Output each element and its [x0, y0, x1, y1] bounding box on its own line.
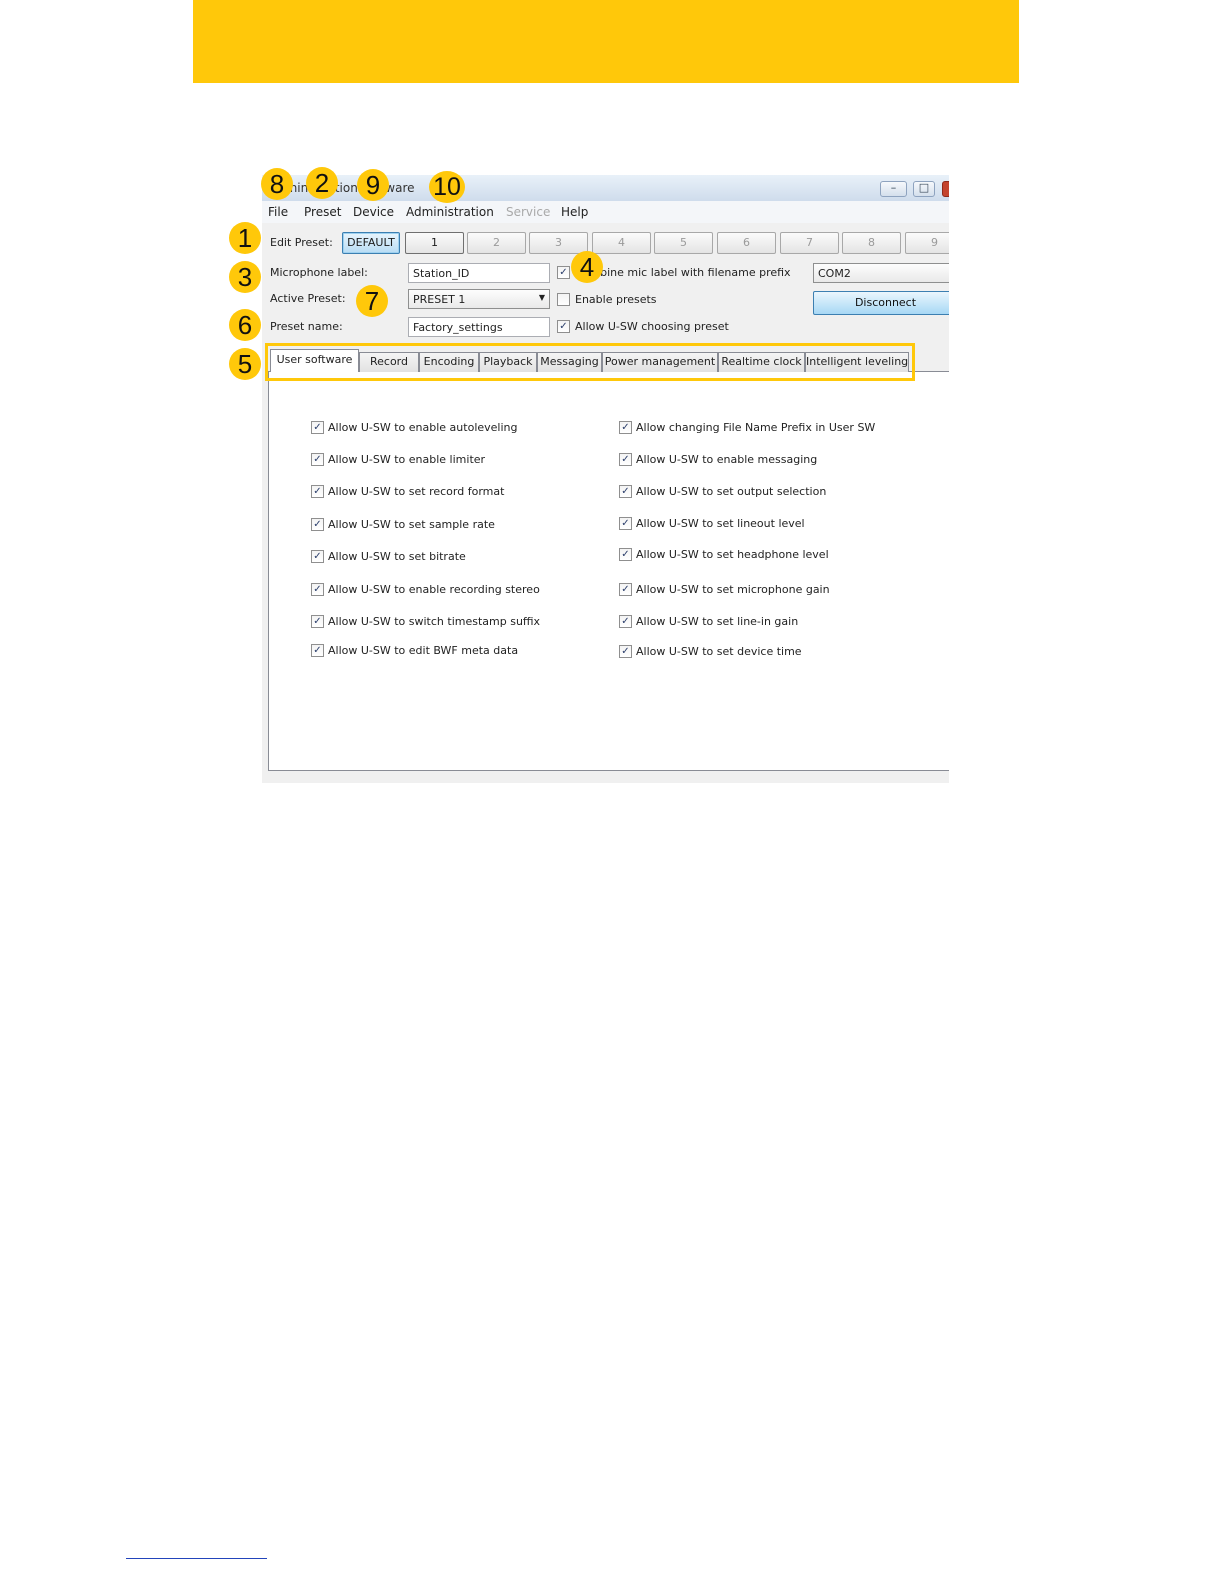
preset-button-1[interactable]: 1 [405, 232, 464, 254]
option-label: Allow U-SW to enable autoleveling [328, 421, 518, 434]
active-preset-value: PRESET 1 [413, 293, 466, 306]
preset-button-default[interactable]: DEFAULT [342, 232, 400, 254]
enable-presets-label: Enable presets [575, 293, 657, 306]
preset-button-5[interactable]: 5 [654, 232, 713, 254]
combine-prefix-label: Combine mic label with filename prefix [575, 266, 791, 279]
option-label: Allow U-SW to set line-in gain [636, 615, 799, 628]
active-preset-select[interactable]: PRESET 1 ▼ [408, 289, 550, 309]
tabs-highlight-frame [265, 343, 915, 381]
option-checkbox[interactable]: ✓ [619, 517, 632, 530]
menu-administration[interactable]: Administration [406, 205, 494, 219]
option-checkbox[interactable]: ✓ [311, 518, 324, 531]
option-checkbox[interactable]: ✓ [311, 615, 324, 628]
preset-button-6[interactable]: 6 [717, 232, 776, 254]
enable-presets-checkbox[interactable] [557, 293, 570, 306]
callout-badge-6: 6 [229, 309, 261, 341]
menu-service: Service [506, 205, 551, 219]
option-checkbox[interactable]: ✓ [619, 615, 632, 628]
option-checkbox[interactable]: ✓ [619, 645, 632, 658]
callout-badge-3: 3 [229, 261, 261, 293]
option-checkbox[interactable]: ✓ [311, 644, 324, 657]
close-button[interactable]: × [942, 181, 949, 197]
option-checkbox[interactable]: ✓ [311, 550, 324, 563]
callout-badge-4: 4 [571, 251, 603, 283]
minimize-icon: – [890, 181, 897, 194]
option-label: Allow U-SW to set headphone level [636, 548, 829, 561]
callout-badge-1: 1 [229, 222, 261, 254]
allow-choosing-preset-checkbox[interactable]: ✓ [557, 320, 570, 333]
yellow-header-band [193, 0, 1019, 83]
option-label: Allow U-SW to set sample rate [328, 518, 495, 531]
option-checkbox[interactable]: ✓ [619, 583, 632, 596]
preset-button-7[interactable]: 7 [780, 232, 839, 254]
combine-prefix-checkbox[interactable]: ✓ [557, 266, 570, 279]
maximize-button[interactable]: □ [913, 181, 935, 197]
preset-button-9[interactable]: 9 [905, 232, 949, 254]
menu-help[interactable]: Help [561, 205, 588, 219]
callout-badge-5: 5 [229, 348, 261, 380]
option-label: Allow U-SW to set microphone gain [636, 583, 830, 596]
option-label: Allow U-SW to set output selection [636, 485, 827, 498]
option-checkbox[interactable]: ✓ [619, 421, 632, 434]
allow-choosing-preset-label: Allow U-SW choosing preset [575, 320, 729, 333]
menu-file[interactable]: File [268, 205, 288, 219]
preset-button-3[interactable]: 3 [529, 232, 588, 254]
edit-preset-label: Edit Preset: [270, 236, 333, 249]
option-label: Allow U-SW to set lineout level [636, 517, 805, 530]
option-label: Allow U-SW to set record format [328, 485, 505, 498]
maximize-icon: □ [918, 181, 930, 194]
disconnect-button[interactable]: Disconnect [813, 291, 949, 315]
menu-device[interactable]: Device [353, 205, 394, 219]
option-label: Allow U-SW to enable messaging [636, 453, 818, 466]
footer-link-underline [126, 1558, 267, 1559]
minimize-button[interactable]: – [880, 181, 907, 197]
option-label: Allow U-SW to switch timestamp suffix [328, 615, 541, 628]
preset-button-2[interactable]: 2 [467, 232, 526, 254]
preset-button-8[interactable]: 8 [842, 232, 901, 254]
menu-bar: File Preset Device Administration Servic… [262, 201, 949, 223]
option-checkbox[interactable]: ✓ [619, 485, 632, 498]
option-label: Allow U-SW to enable recording stereo [328, 583, 540, 596]
preset-name-input[interactable]: Factory_settings [408, 317, 550, 337]
option-checkbox[interactable]: ✓ [311, 583, 324, 596]
microphone-label-input[interactable]: Station_ID [408, 263, 550, 283]
preset-button-4[interactable]: 4 [592, 232, 651, 254]
option-label: Allow changing File Name Prefix in User … [636, 421, 876, 434]
preset-name-label: Preset name: [270, 320, 343, 333]
option-label: Allow U-SW to enable limiter [328, 453, 486, 466]
chevron-down-icon: ▼ [538, 293, 545, 302]
callout-badge-7: 7 [356, 285, 388, 317]
callout-badge-9: 9 [357, 169, 389, 201]
com-port-value: COM2 [818, 267, 851, 280]
menu-preset[interactable]: Preset [304, 205, 341, 219]
close-icon: × [943, 181, 949, 194]
active-preset-label: Active Preset: [270, 292, 346, 305]
callout-badge-2: 2 [306, 167, 338, 199]
option-checkbox[interactable]: ✓ [311, 421, 324, 434]
option-label: Allow U-SW to edit BWF meta data [328, 644, 519, 657]
option-checkbox[interactable]: ✓ [619, 548, 632, 561]
option-checkbox[interactable]: ✓ [311, 485, 324, 498]
option-checkbox[interactable]: ✓ [311, 453, 324, 466]
callout-badge-10: 10 [429, 171, 465, 203]
option-checkbox[interactable]: ✓ [619, 453, 632, 466]
app-window: Administration Software – □ × File Prese… [262, 175, 949, 783]
microphone-label-label: Microphone label: [270, 266, 368, 279]
callout-badge-8: 8 [261, 168, 293, 200]
com-port-select[interactable]: COM2 [813, 263, 949, 283]
option-label: Allow U-SW to set device time [636, 645, 802, 658]
option-label: Allow U-SW to set bitrate [328, 550, 466, 563]
